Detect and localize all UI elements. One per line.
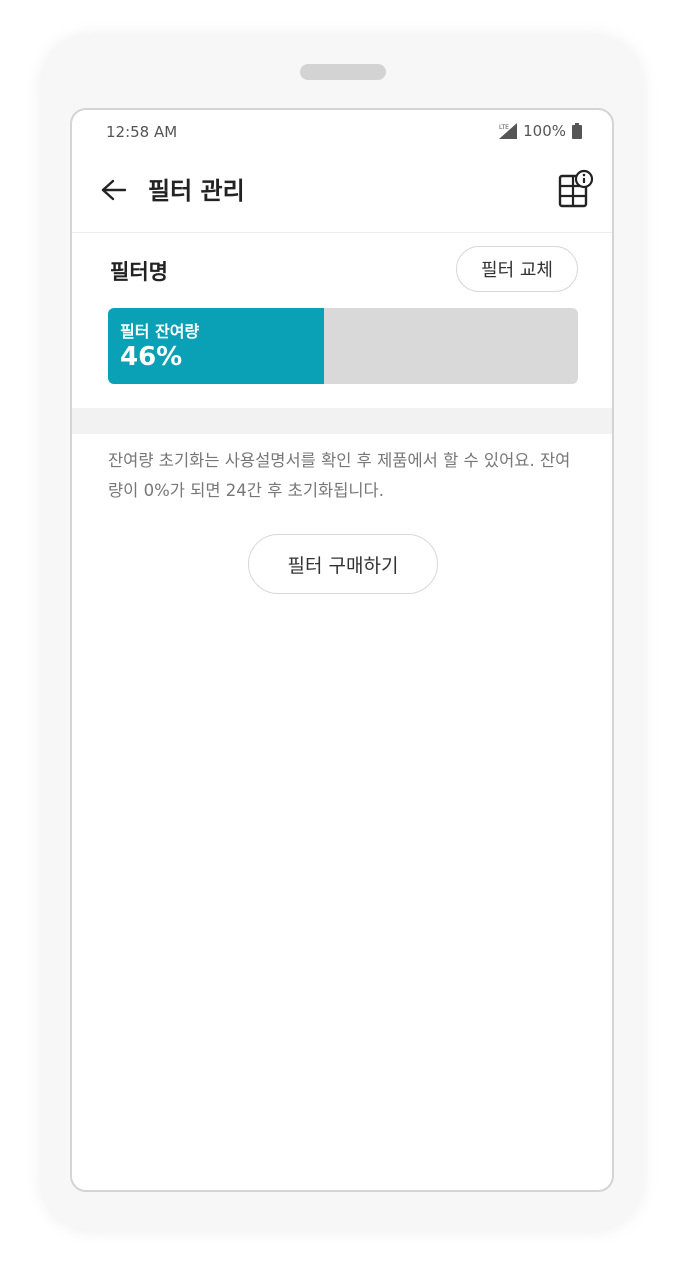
app-screen: 12:58 AM LTE 100% 필터 관리 필터명 필터 교체 필터 잔여량… (70, 108, 614, 1192)
section-divider (72, 408, 612, 434)
reset-notice: 잔여량 초기화는 사용설명서를 확인 후 제품에서 할 수 있어요. 잔여량이 … (108, 451, 571, 500)
filter-info-icon (556, 169, 596, 216)
status-indicators: LTE 100% (499, 122, 582, 140)
filter-remaining-value: 46% (120, 342, 183, 372)
status-time: 12:58 AM (106, 123, 178, 141)
filter-name: 필터명 (110, 260, 168, 284)
replace-filter-button[interactable]: 필터 교체 (456, 246, 578, 292)
filter-card: 필터명 필터 교체 필터 잔여량 46% (72, 234, 612, 408)
filter-info-button[interactable] (556, 168, 596, 212)
filter-remaining-label: 필터 잔여량 (120, 322, 200, 341)
network-type-label: LTE (499, 124, 509, 131)
filter-remaining-bar: 필터 잔여량 46% (108, 308, 578, 384)
battery-percent: 100% (523, 122, 566, 140)
app-bar: 필터 관리 (72, 158, 612, 233)
device-speaker (300, 64, 386, 80)
back-button[interactable] (96, 174, 132, 210)
battery-icon (572, 123, 582, 139)
buy-filter-button[interactable]: 필터 구매하기 (248, 534, 438, 594)
status-bar: 12:58 AM LTE 100% (72, 110, 612, 154)
arrow-left-icon (101, 179, 127, 205)
lte-signal-icon: LTE (499, 123, 518, 139)
page-title: 필터 관리 (148, 177, 245, 205)
